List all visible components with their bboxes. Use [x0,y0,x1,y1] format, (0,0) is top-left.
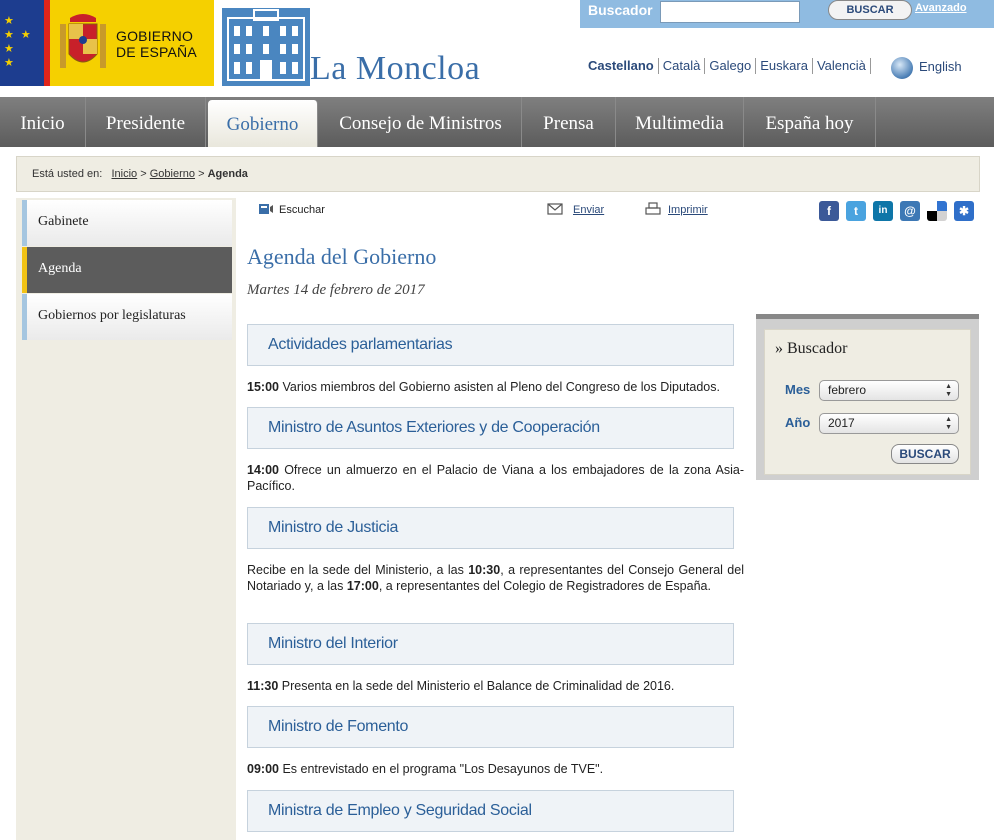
agenda-entry: Recibe en la sede del Ministerio, a las … [247,562,744,594]
listen-button[interactable]: Escuchar [279,204,325,216]
stars-icon: ★ ★ ★ ★ ★ [4,15,33,69]
month-select[interactable]: febrero ▲ ▼ [819,380,959,401]
sidebar-item-agenda[interactable]: Agenda [22,247,232,293]
eu-flag: ★ ★ ★ ★ ★ [0,0,44,86]
advanced-search-link[interactable]: Avanzado [915,2,967,14]
agenda-entry: 11:30 Presenta en la sede del Ministerio… [247,678,744,694]
entry-text: Varios miembros del Gobierno asisten al … [278,380,720,394]
nav-inicio[interactable]: Inicio [0,97,86,147]
entry-text: Presenta en la sede del Ministerio el Ba… [278,679,675,693]
lang-english[interactable]: English [919,59,962,74]
flag-stripe [44,0,50,86]
facebook-icon[interactable]: f [819,201,839,221]
moncloa-building-icon[interactable] [222,8,310,86]
entry-time: 17:00 [346,579,379,593]
entry-time: 09:00 [247,762,279,776]
agenda-entry: 09:00 Es entrevistado en el programa "Lo… [247,761,744,777]
sidebar-item-gabinete[interactable]: Gabinete [22,200,232,246]
agenda-search-button[interactable]: BUSCAR [891,444,959,464]
linkedin-icon[interactable]: in [873,201,893,221]
gobierno-logo[interactable]: ★ ★ ★ ★ ★ GOBIERNO DE ESPAÑA [0,0,214,86]
agenda-date: Martes 14 de febrero de 2017 [247,282,425,298]
month-label: Mes [785,382,811,397]
lang-valencia[interactable]: Valencià [813,58,871,74]
globe-icon[interactable] [891,57,913,79]
speaker-icon[interactable] [258,202,274,216]
delicious-icon[interactable] [927,201,947,221]
section-justicia[interactable]: Ministro de Justicia [247,507,734,549]
search-button[interactable]: BUSCAR [828,0,912,20]
agenda-search-inner: » Buscador Mes febrero ▲ ▼ Año 2017 ▲ ▼ BU… [764,329,971,475]
section-asuntos-exteriores[interactable]: Ministro de Asuntos Exteriores y de Coop… [247,407,734,449]
search-input[interactable] [660,1,800,23]
entry-text: Ofrece un almuerzo en el Palacio de Vian… [247,463,744,493]
section-empleo-seguridad-social[interactable]: Ministra de Empleo y Seguridad Social [247,790,734,832]
nav-espana-hoy[interactable]: España hoy [744,97,876,147]
search-label: Buscador [588,2,653,18]
nav-multimedia[interactable]: Multimedia [616,97,744,147]
gobierno-title-line1: GOBIERNO [116,28,194,44]
main-nav: Inicio Presidente Gobierno Consejo de Mi… [0,97,994,147]
breadcrumb: Está usted en: Inicio > Gobierno > Agend… [16,156,980,192]
select-arrows-icon: ▲ ▼ [945,416,952,431]
page-title: Agenda del Gobierno [247,244,437,269]
envelope-icon[interactable] [547,202,563,216]
entry-time: 10:30 [468,563,501,577]
email-share-icon[interactable]: @ [900,201,920,221]
nav-gobierno[interactable]: Gobierno [208,100,318,147]
section-interior[interactable]: Ministro del Interior [247,623,734,665]
breadcrumb-inicio[interactable]: Inicio [112,168,138,180]
agenda-entry: 14:00 Ofrece un almuerzo en el Palacio d… [247,462,744,494]
nav-prensa[interactable]: Prensa [522,97,616,147]
entry-text: Es entrevistado en el programa "Los Desa… [278,762,604,776]
lang-euskara[interactable]: Euskara [756,58,813,74]
nav-consejo-de-ministros[interactable]: Consejo de Ministros [320,97,522,147]
year-select[interactable]: 2017 ▲ ▼ [819,413,959,434]
coat-of-arms-icon [60,14,106,68]
lang-castellano[interactable]: Castellano [584,58,659,74]
entry-time: 11:30 [247,679,279,693]
breadcrumb-prefix: Está usted en: [32,168,103,180]
agenda-entry: 15:00 Varios miembros del Gobierno asist… [247,379,744,395]
year-value: 2017 [828,416,855,430]
select-arrows-icon: ▲ ▼ [945,383,952,398]
myspace-icon[interactable]: ✱ [954,201,974,221]
entry-text: , a representantes del Colegio de Regist… [378,579,711,593]
breadcrumb-gobierno[interactable]: Gobierno [150,168,195,180]
send-link[interactable]: Enviar [573,204,604,216]
site-title[interactable]: La Moncloa [310,50,480,88]
language-selector: Castellano Català Galego Euskara Valencià [584,58,875,74]
entry-text: Recibe en la sede del Ministerio, a las [247,563,469,577]
printer-icon[interactable] [645,202,661,216]
breadcrumb-sep: > [140,168,147,180]
twitter-icon[interactable]: t [846,201,866,221]
year-label: Año [785,415,811,430]
entry-time: 15:00 [247,380,279,394]
lang-catala[interactable]: Català [659,58,706,74]
section-actividades-parlamentarias[interactable]: Actividades parlamentarias [247,324,734,366]
breadcrumb-sep: > [198,168,205,180]
entry-time: 14:00 [247,463,279,477]
top-search-bar: Buscador BUSCAR Avanzado [580,0,994,28]
print-link[interactable]: Imprimir [668,204,708,216]
gobierno-title-line2: DE ESPAÑA [116,44,197,60]
gobierno-title: GOBIERNO DE ESPAÑA [116,28,197,60]
breadcrumb-current: Agenda [207,168,248,180]
section-fomento[interactable]: Ministro de Fomento [247,706,734,748]
agenda-search-title: » Buscador [775,340,848,357]
month-value: febrero [828,383,867,397]
sidebar-item-gobiernos-por-legislaturas[interactable]: Gobiernos por legislaturas [22,294,232,340]
agenda-search-box: » Buscador Mes febrero ▲ ▼ Año 2017 ▲ ▼ BU… [756,314,979,480]
nav-presidente[interactable]: Presidente [86,97,206,147]
lang-galego[interactable]: Galego [705,58,757,74]
